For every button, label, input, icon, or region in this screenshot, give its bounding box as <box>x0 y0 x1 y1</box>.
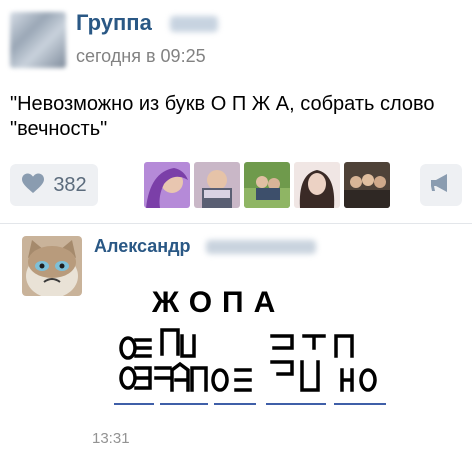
post-time[interactable]: сегодня в 09:25 <box>76 46 206 67</box>
like-count: 382 <box>53 173 87 196</box>
group-name-blurred <box>170 16 218 32</box>
group-avatar[interactable] <box>10 12 66 68</box>
post-actions: 382 <box>10 162 462 208</box>
megaphone-icon <box>429 173 453 198</box>
comment-author-name[interactable]: Александр <box>94 236 191 257</box>
post-text: "Невозможно из букв О П Ж А, собрать сло… <box>10 93 435 140</box>
liker-avatar[interactable] <box>144 162 190 208</box>
liker-avatar[interactable] <box>194 162 240 208</box>
comment-author-avatar[interactable] <box>22 236 82 296</box>
liker-avatar[interactable] <box>344 162 390 208</box>
comment-time[interactable]: 13:31 <box>92 430 130 447</box>
divider <box>0 223 472 224</box>
comment: Александр ЖОПА 13:31 <box>22 236 462 456</box>
group-name[interactable]: Группа <box>76 10 152 36</box>
heart-icon <box>21 172 45 199</box>
share-button[interactable] <box>420 164 462 206</box>
liker-avatar[interactable] <box>244 162 290 208</box>
comment-author-surname-blurred <box>206 240 316 254</box>
like-button[interactable]: 382 <box>10 164 98 206</box>
comment-image[interactable]: ЖОПА <box>96 264 436 414</box>
post-header: Группа сегодня в 09:25 <box>10 6 462 76</box>
puzzle-drawing <box>114 328 386 405</box>
liker-avatar[interactable] <box>294 162 340 208</box>
